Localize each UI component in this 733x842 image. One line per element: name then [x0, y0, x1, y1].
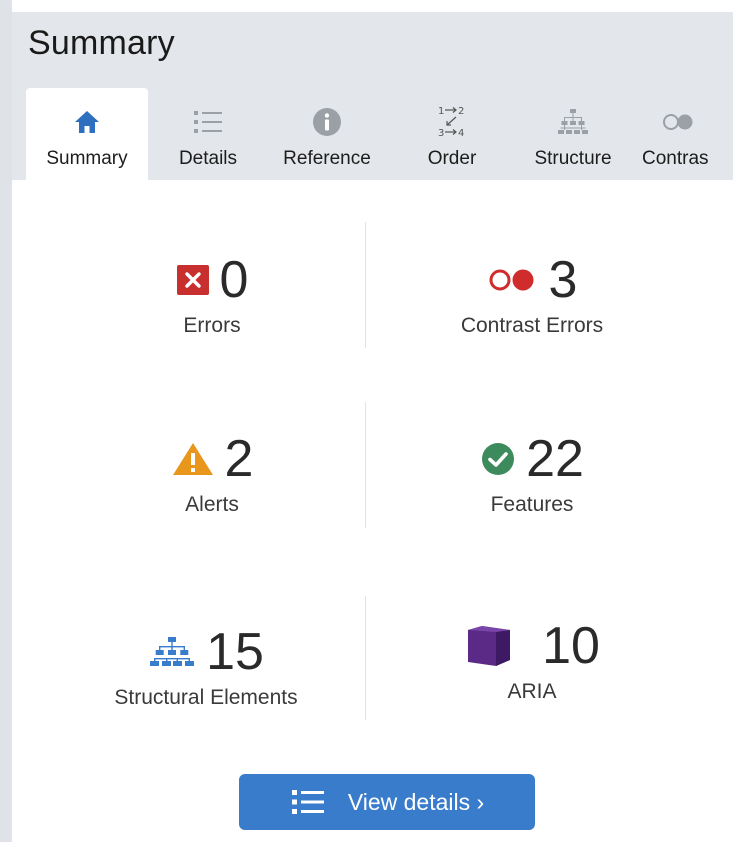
tab-contrast[interactable]: Contras: [640, 88, 733, 180]
order-icon: 1 2 3 4: [432, 104, 472, 140]
alerts-count: 2: [224, 430, 254, 488]
tab-structure[interactable]: Structure: [518, 88, 628, 180]
aria-count: 10: [542, 617, 600, 675]
aria-label: ARIA: [507, 680, 557, 703]
tab-order[interactable]: 1 2 3 4 Order: [404, 88, 500, 180]
errors-label: Errors: [183, 314, 241, 337]
contrast-errors-count: 3: [548, 251, 578, 309]
tab-details[interactable]: Details: [158, 88, 258, 180]
left-border: [0, 0, 12, 842]
view-details-button[interactable]: View details ›: [239, 774, 535, 830]
alerts-stat[interactable]: 2 Alerts: [62, 429, 362, 517]
structural-elements-count: 15: [206, 623, 264, 681]
contrast-errors-stat[interactable]: 3 Contrast Errors: [382, 250, 682, 338]
tab-contrast-label: Contras: [642, 148, 709, 169]
errors-count: 0: [219, 251, 249, 309]
svg-text:3: 3: [438, 128, 444, 139]
list-icon: [188, 104, 228, 140]
svg-text:1: 1: [438, 106, 444, 117]
structure-icon: [553, 104, 593, 140]
features-label: Features: [490, 493, 574, 516]
features-stat[interactable]: 22 Features: [382, 429, 682, 517]
tab-reference[interactable]: Reference: [268, 88, 386, 180]
page-title: Summary: [28, 24, 175, 62]
contrast-errors-label: Contrast Errors: [460, 314, 604, 337]
aria-cube-icon: [464, 624, 514, 668]
divider: [365, 222, 366, 348]
summary-panel: Summary Summary Details Reference 1 2 3 …: [0, 0, 733, 842]
aria-stat[interactable]: 10 ARIA: [382, 616, 682, 704]
tab-reference-label: Reference: [283, 148, 371, 169]
warning-icon: [171, 440, 215, 478]
structural-elements-label: Structural Elements: [114, 686, 298, 709]
tab-summary[interactable]: Summary: [26, 88, 148, 180]
structure-icon: [148, 635, 196, 669]
contrast-icon: [487, 267, 539, 293]
error-icon: [176, 264, 210, 296]
list-icon: [290, 787, 326, 817]
svg-text:2: 2: [458, 106, 464, 117]
tab-order-label: Order: [427, 148, 477, 169]
structural-elements-stat[interactable]: 15 Structural Elements: [56, 622, 356, 710]
alerts-label: Alerts: [185, 493, 239, 516]
view-details-label: View details ›: [347, 788, 485, 815]
divider: [365, 596, 366, 720]
features-count: 22: [526, 430, 584, 488]
check-icon: [480, 441, 516, 477]
tab-summary-label: Summary: [46, 148, 128, 169]
errors-stat[interactable]: 0 Errors: [62, 250, 362, 338]
tab-strip: Summary Details Reference 1 2 3 4 Order …: [12, 88, 733, 180]
tab-structure-label: Structure: [534, 148, 612, 169]
tab-details-label: Details: [178, 148, 238, 169]
svg-text:4: 4: [458, 128, 464, 139]
divider: [365, 402, 366, 528]
info-icon: [307, 104, 347, 140]
contrast-tab-icon: [658, 104, 698, 140]
home-icon: [67, 104, 107, 140]
